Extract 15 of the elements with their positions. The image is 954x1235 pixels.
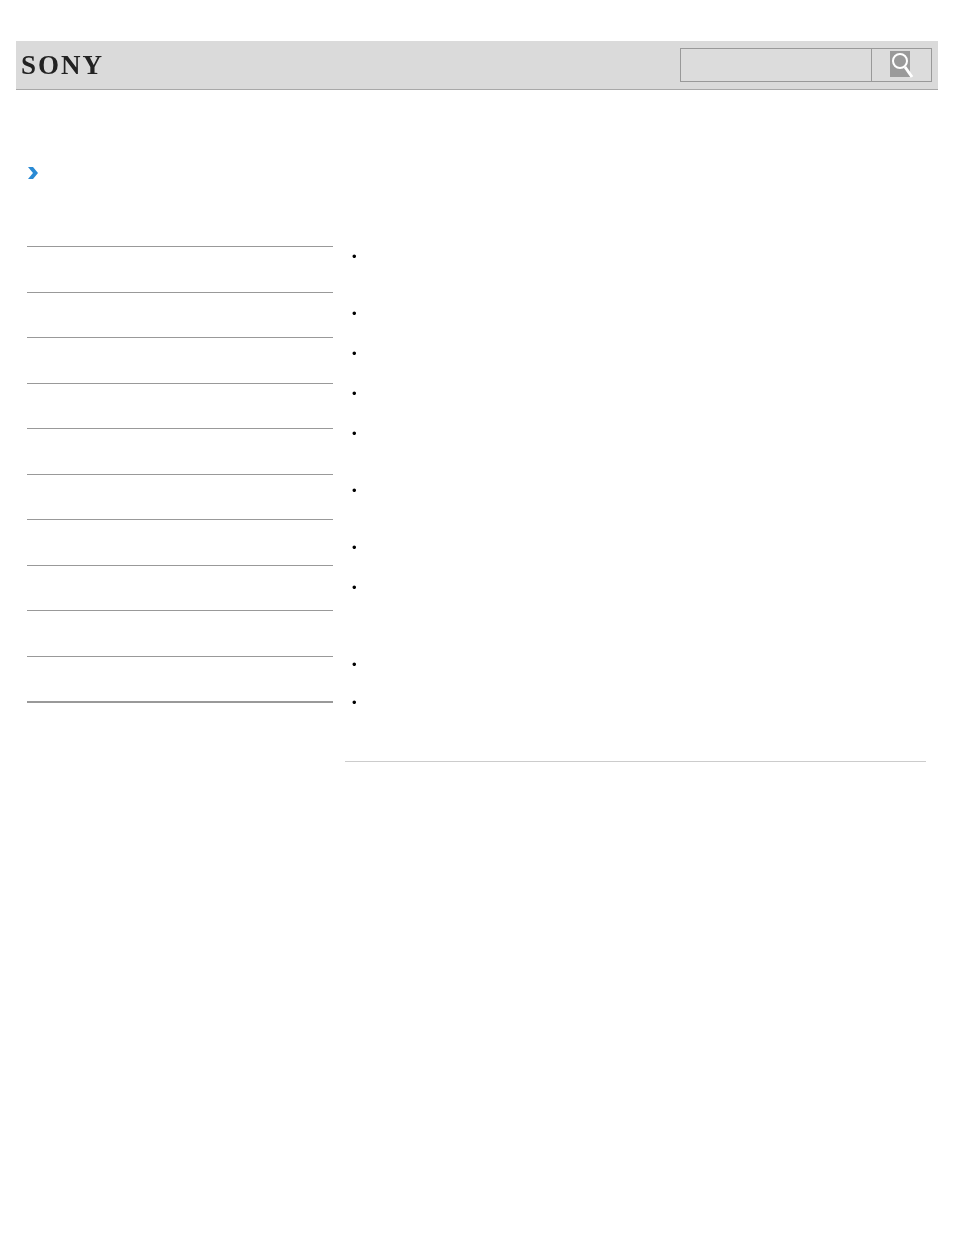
bullet: • — [352, 248, 357, 266]
bullet: • — [352, 482, 357, 500]
search-button[interactable] — [872, 48, 932, 82]
search-field[interactable] — [680, 48, 872, 82]
bullet: • — [352, 539, 357, 557]
bullet: • — [352, 694, 357, 712]
bullet: • — [352, 656, 357, 674]
bullet: • — [352, 425, 357, 443]
bullet: • — [352, 345, 357, 363]
chevron-icon[interactable] — [27, 166, 39, 180]
bullet: • — [352, 385, 357, 403]
logo[interactable]: SONY — [21, 44, 104, 86]
bullet: • — [352, 305, 357, 323]
bullet: • — [352, 579, 357, 597]
search-icon — [889, 51, 914, 79]
